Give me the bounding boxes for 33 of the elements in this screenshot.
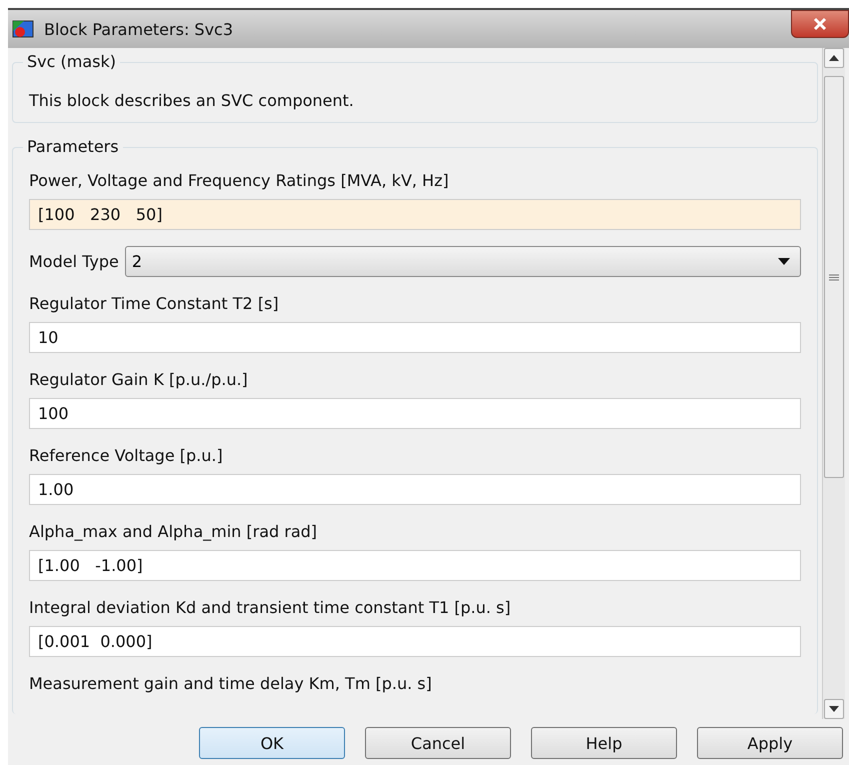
parameter-label: Integral deviation Kd and transient time constant T1 [p.u. s] xyxy=(29,598,512,617)
grip-icon xyxy=(829,274,839,280)
block-icon xyxy=(12,19,34,39)
close-icon xyxy=(812,17,828,31)
scroll-down-button[interactable] xyxy=(824,699,844,719)
parameter-label: Regulator Time Constant T2 [s] xyxy=(29,294,280,313)
dialog-button[interactable]: Apply xyxy=(697,727,843,759)
parameter-label: Power, Voltage and Frequency Ratings [MVA, kV, Hz] xyxy=(29,171,450,190)
input-field[interactable]: 100 xyxy=(29,398,801,429)
window-title: Block Parameters: Svc3 xyxy=(44,20,234,38)
dropdown[interactable]: 2 xyxy=(124,246,801,277)
down-arrow-icon xyxy=(829,706,839,712)
input-field[interactable]: [1.00 -1.00] xyxy=(29,550,801,581)
input-field[interactable]: 1.00 xyxy=(29,474,801,505)
parameter-label: Alpha_max and Alpha_min [rad rad] xyxy=(29,522,318,541)
group-title: Svc (mask) xyxy=(23,52,120,71)
dialog-button[interactable]: Help xyxy=(531,727,677,759)
parameter-label: Model Type xyxy=(29,252,119,271)
up-arrow-icon xyxy=(829,55,839,61)
description-text: This block describes an SVC component. xyxy=(29,90,355,110)
input-field[interactable]: 10 xyxy=(29,322,801,353)
parameter-label: Reference Voltage [p.u.] xyxy=(29,446,224,465)
scroll-thumb[interactable] xyxy=(824,76,844,478)
dialog-button[interactable]: Cancel xyxy=(365,727,511,759)
input-field[interactable]: [0.001 0.000] xyxy=(29,626,801,657)
parameter-label: Regulator Gain K [p.u./p.u.] xyxy=(29,370,249,389)
caret-icon xyxy=(778,258,790,265)
parameter-label: Measurement gain and time delay Km, Tm [p.u. s] xyxy=(29,674,433,693)
scroll-up-button[interactable] xyxy=(824,48,844,68)
scrollbar[interactable] xyxy=(822,48,845,719)
dialog-button[interactable]: OK xyxy=(199,727,345,759)
close-button[interactable] xyxy=(791,10,849,38)
input-field[interactable]: [100 230 50] xyxy=(29,199,801,230)
